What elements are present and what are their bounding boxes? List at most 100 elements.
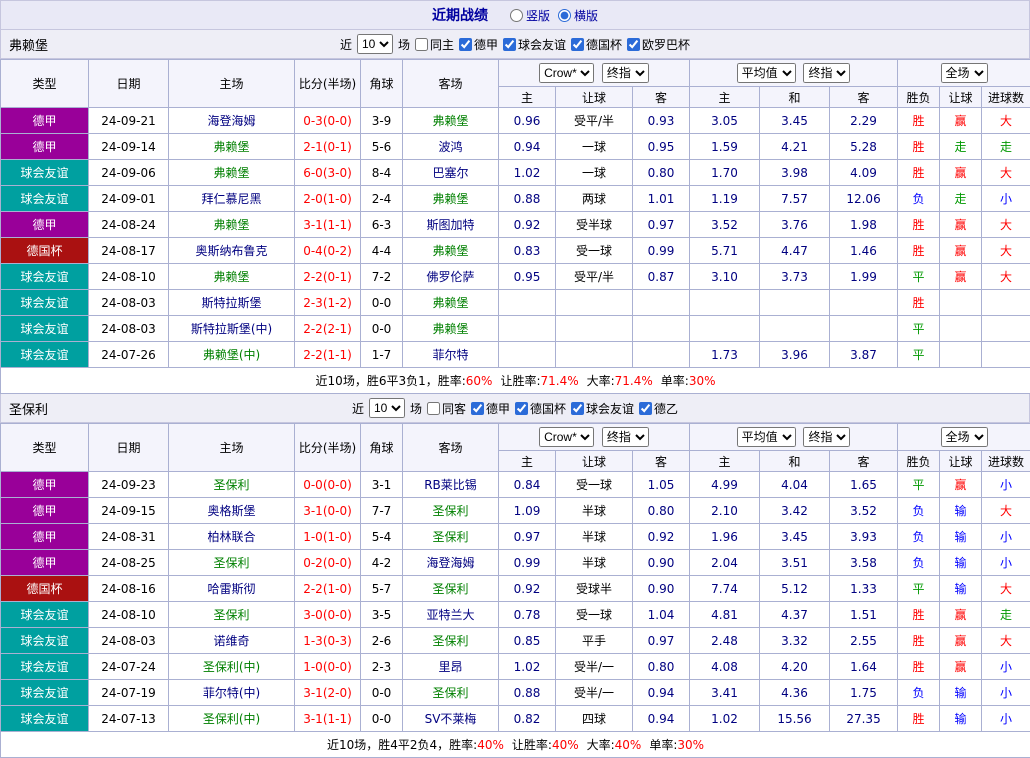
home-team[interactable]: 奥格斯堡 bbox=[169, 498, 295, 524]
league-input[interactable] bbox=[459, 38, 472, 51]
away-team[interactable]: 弗赖堡 bbox=[403, 108, 499, 134]
horizontal-radio[interactable] bbox=[558, 9, 571, 22]
match-score[interactable]: 2-1(0-1) bbox=[295, 134, 361, 160]
league-input[interactable] bbox=[639, 402, 652, 415]
league-checkbox[interactable]: 欧罗巴杯 bbox=[627, 36, 690, 53]
match-score[interactable]: 1-0(0-0) bbox=[295, 654, 361, 680]
home-team[interactable]: 圣保利(中) bbox=[169, 706, 295, 732]
away-team[interactable]: 弗赖堡 bbox=[403, 316, 499, 342]
away-team[interactable]: 弗赖堡 bbox=[403, 290, 499, 316]
away-team[interactable]: 圣保利 bbox=[403, 498, 499, 524]
away-team[interactable]: RB莱比锡 bbox=[403, 472, 499, 498]
home-team[interactable]: 诺维奇 bbox=[169, 628, 295, 654]
away-team[interactable]: 圣保利 bbox=[403, 576, 499, 602]
home-team[interactable]: 圣保利 bbox=[169, 550, 295, 576]
match-score[interactable]: 0-4(0-2) bbox=[295, 238, 361, 264]
away-team[interactable]: 斯图加特 bbox=[403, 212, 499, 238]
match-score[interactable]: 2-2(2-1) bbox=[295, 316, 361, 342]
home-team[interactable]: 哈雷斯彻 bbox=[169, 576, 295, 602]
league-input[interactable] bbox=[571, 38, 584, 51]
home-team[interactable]: 拜仁慕尼黑 bbox=[169, 186, 295, 212]
euro-average-select[interactable]: 平均值 bbox=[737, 63, 796, 83]
home-team[interactable]: 弗赖堡(中) bbox=[169, 342, 295, 368]
same-venue-checkbox[interactable]: 同客 bbox=[427, 400, 466, 417]
odds-company-select[interactable]: Crow* bbox=[539, 427, 594, 447]
league-checkbox[interactable]: 球会友谊 bbox=[503, 36, 566, 53]
euro-average-select[interactable]: 平均值 bbox=[737, 427, 796, 447]
home-team[interactable]: 弗赖堡 bbox=[169, 160, 295, 186]
league-checkbox[interactable]: 德乙 bbox=[639, 400, 678, 417]
match-score[interactable]: 3-1(1-1) bbox=[295, 706, 361, 732]
match-score[interactable]: 3-1(1-1) bbox=[295, 212, 361, 238]
away-team[interactable]: 圣保利 bbox=[403, 680, 499, 706]
home-team[interactable]: 斯特拉斯堡(中) bbox=[169, 316, 295, 342]
league-input[interactable] bbox=[627, 38, 640, 51]
scope-select[interactable]: 全场 bbox=[941, 427, 988, 447]
match-score[interactable]: 0-2(0-0) bbox=[295, 550, 361, 576]
match-score[interactable]: 0-0(0-0) bbox=[295, 472, 361, 498]
match-score[interactable]: 6-0(3-0) bbox=[295, 160, 361, 186]
match-score[interactable]: 2-0(1-0) bbox=[295, 186, 361, 212]
euro-odds-type-select[interactable]: 终指 bbox=[803, 427, 850, 447]
league-input[interactable] bbox=[471, 402, 484, 415]
match-score[interactable]: 3-1(2-0) bbox=[295, 680, 361, 706]
match-score[interactable]: 0-3(0-0) bbox=[295, 108, 361, 134]
away-team[interactable]: 圣保利 bbox=[403, 628, 499, 654]
away-team[interactable]: 圣保利 bbox=[403, 524, 499, 550]
home-team[interactable]: 海登海姆 bbox=[169, 108, 295, 134]
layout-option-horizontal[interactable]: 横版 bbox=[558, 7, 598, 24]
league-checkbox[interactable]: 德甲 bbox=[471, 400, 510, 417]
home-team[interactable]: 斯特拉斯堡 bbox=[169, 290, 295, 316]
same-venue-input[interactable] bbox=[415, 38, 428, 51]
away-team[interactable]: 菲尔特 bbox=[403, 342, 499, 368]
match-score[interactable]: 1-3(0-3) bbox=[295, 628, 361, 654]
euro-odds-type-select[interactable]: 终指 bbox=[803, 63, 850, 83]
away-team[interactable]: 波鸿 bbox=[403, 134, 499, 160]
home-team[interactable]: 圣保利 bbox=[169, 602, 295, 628]
away-team[interactable]: 佛罗伦萨 bbox=[403, 264, 499, 290]
vertical-radio[interactable] bbox=[510, 9, 523, 22]
same-venue-input[interactable] bbox=[427, 402, 440, 415]
layout-option-vertical[interactable]: 竖版 bbox=[510, 7, 550, 24]
away-team[interactable]: SV不莱梅 bbox=[403, 706, 499, 732]
same-venue-checkbox[interactable]: 同主 bbox=[415, 36, 454, 53]
home-team[interactable]: 圣保利(中) bbox=[169, 654, 295, 680]
match-count-select[interactable]: 10 bbox=[369, 398, 405, 418]
asian-odds-type-select[interactable]: 终指 bbox=[602, 63, 649, 83]
match-score[interactable]: 3-0(0-0) bbox=[295, 602, 361, 628]
odds-company-select[interactable]: Crow* bbox=[539, 63, 594, 83]
home-team[interactable]: 弗赖堡 bbox=[169, 134, 295, 160]
match-count-select[interactable]: 10 bbox=[357, 34, 393, 54]
euro-draw-odds: 3.73 bbox=[760, 264, 830, 290]
home-team[interactable]: 弗赖堡 bbox=[169, 264, 295, 290]
league-checkbox[interactable]: 球会友谊 bbox=[571, 400, 634, 417]
home-team[interactable]: 弗赖堡 bbox=[169, 212, 295, 238]
home-team[interactable]: 圣保利 bbox=[169, 472, 295, 498]
away-team[interactable]: 弗赖堡 bbox=[403, 186, 499, 212]
away-team[interactable]: 里昂 bbox=[403, 654, 499, 680]
away-team[interactable]: 亚特兰大 bbox=[403, 602, 499, 628]
league-checkbox[interactable]: 德国杯 bbox=[571, 36, 622, 53]
match-score[interactable]: 2-2(1-0) bbox=[295, 576, 361, 602]
league-input[interactable] bbox=[515, 402, 528, 415]
col-type: 类型 bbox=[1, 424, 89, 472]
away-team[interactable]: 海登海姆 bbox=[403, 550, 499, 576]
match-score[interactable]: 1-0(1-0) bbox=[295, 524, 361, 550]
home-team[interactable]: 奥斯纳布鲁克 bbox=[169, 238, 295, 264]
home-team[interactable]: 柏林联合 bbox=[169, 524, 295, 550]
away-team[interactable]: 巴塞尔 bbox=[403, 160, 499, 186]
match-score[interactable]: 3-1(0-0) bbox=[295, 498, 361, 524]
match-score[interactable]: 2-2(0-1) bbox=[295, 264, 361, 290]
away-team[interactable]: 弗赖堡 bbox=[403, 238, 499, 264]
asian-odds-type-select[interactable]: 终指 bbox=[602, 427, 649, 447]
win-loss-result: 胜 bbox=[898, 602, 940, 628]
match-score[interactable]: 2-2(1-1) bbox=[295, 342, 361, 368]
league-input[interactable] bbox=[503, 38, 516, 51]
league-checkbox[interactable]: 德国杯 bbox=[515, 400, 566, 417]
scope-select[interactable]: 全场 bbox=[941, 63, 988, 83]
asia-handicap: 受平/半 bbox=[556, 264, 633, 290]
match-score[interactable]: 2-3(1-2) bbox=[295, 290, 361, 316]
league-input[interactable] bbox=[571, 402, 584, 415]
league-checkbox[interactable]: 德甲 bbox=[459, 36, 498, 53]
home-team[interactable]: 菲尔特(中) bbox=[169, 680, 295, 706]
